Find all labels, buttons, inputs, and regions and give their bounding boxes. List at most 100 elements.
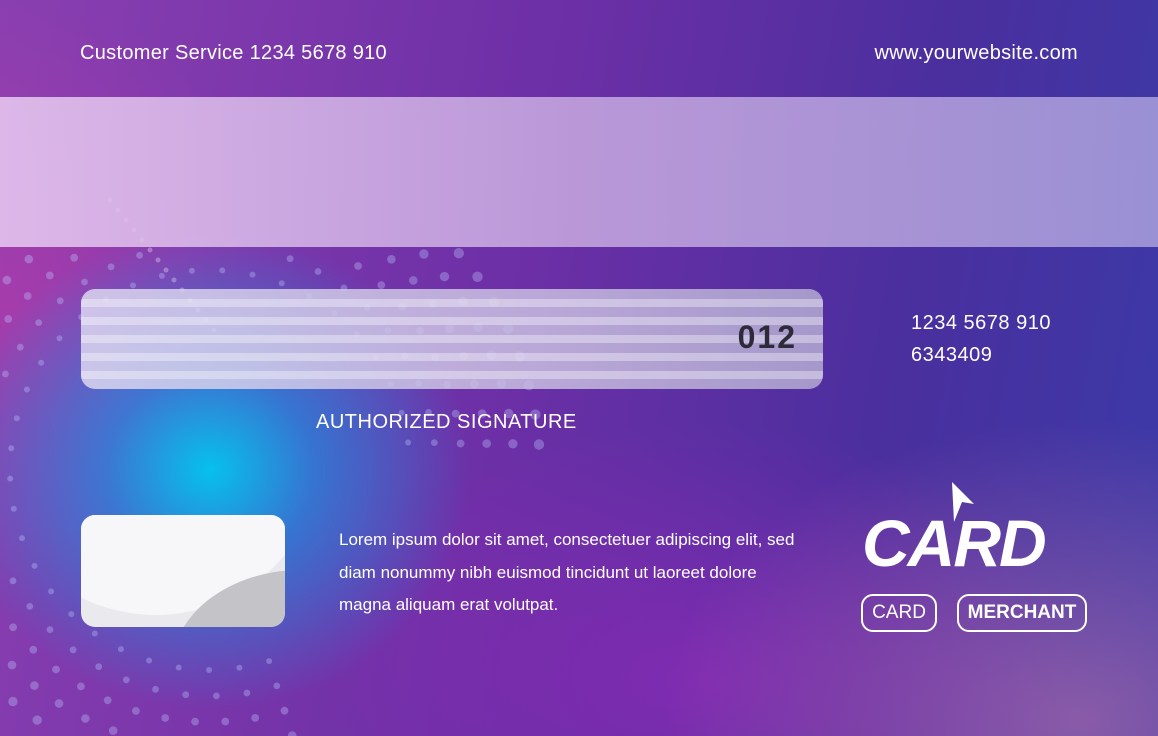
decorative-dot	[147, 247, 153, 253]
decorative-dot	[2, 370, 9, 378]
decorative-dot	[278, 280, 285, 287]
decorative-dot	[30, 681, 39, 690]
decorative-dot	[213, 692, 220, 700]
decorative-dot	[108, 726, 118, 735]
decorative-dot	[249, 271, 256, 278]
decorative-dot	[163, 267, 169, 273]
decorative-dot	[136, 251, 144, 259]
decorative-dot	[32, 715, 42, 725]
decorative-dot	[8, 445, 15, 452]
decorative-dot	[286, 255, 294, 263]
decorative-dot	[419, 249, 429, 259]
decorative-dot	[409, 276, 418, 285]
decorative-dot	[132, 707, 140, 715]
decorative-dot	[439, 271, 450, 282]
decorative-dot	[273, 682, 281, 690]
decorative-dot	[38, 359, 45, 366]
decorative-dot	[188, 267, 195, 274]
decorative-dot	[54, 699, 64, 708]
decorative-dot	[8, 696, 18, 707]
decorative-dot	[219, 267, 226, 274]
decorative-dot	[45, 271, 54, 280]
decorative-dot	[81, 278, 88, 286]
signature-panel-stripes	[81, 289, 823, 389]
decorative-dot	[456, 439, 465, 448]
decorative-dot	[9, 623, 17, 632]
magnetic-stripe	[0, 97, 1158, 247]
decorative-dot	[130, 282, 136, 289]
decorative-dot	[29, 645, 38, 654]
authorized-signature-label: AUTHORIZED SIGNATURE	[316, 411, 577, 433]
decorative-dot	[182, 691, 190, 699]
decorative-dot	[533, 439, 545, 450]
decorative-dot	[68, 611, 75, 618]
brand-logo-wordmark: CARD	[862, 506, 1047, 580]
decorative-dot	[287, 731, 297, 736]
account-number-line-1: 1234 5678 910	[911, 312, 1051, 334]
decorative-dot	[117, 646, 124, 653]
decorative-dot	[23, 386, 30, 393]
decorative-dot	[46, 626, 54, 633]
decorative-dot	[77, 682, 85, 691]
card-chip-panel	[81, 515, 285, 627]
decorative-dot	[122, 676, 130, 684]
customer-service-text: Customer Service 1234 5678 910	[80, 42, 387, 64]
decorative-dot	[482, 439, 492, 448]
decorative-dot	[95, 663, 103, 671]
decorative-dot	[70, 253, 79, 262]
decorative-dot	[508, 439, 518, 449]
signature-panel: 012	[81, 289, 823, 389]
decorative-dot	[81, 714, 90, 723]
decorative-dot	[35, 319, 43, 326]
decorative-dot	[206, 667, 213, 673]
decorative-dot	[91, 630, 98, 637]
decorative-dot	[236, 664, 243, 671]
decorative-dot	[155, 257, 161, 263]
decorative-dot	[266, 658, 273, 665]
card-badge: CARD	[861, 594, 937, 632]
decorative-dot	[243, 689, 251, 697]
decorative-dot	[24, 254, 34, 264]
decorative-dot	[387, 254, 396, 264]
decorative-dot	[472, 271, 483, 282]
decorative-dot	[10, 505, 17, 512]
decorative-dot	[221, 717, 230, 726]
decorative-dot	[4, 315, 13, 323]
decorative-dot	[280, 706, 289, 715]
decorative-dot	[152, 685, 159, 693]
decorative-dot	[19, 535, 25, 542]
card-terms-text: Lorem ipsum dolor sit amet, consectetuer…	[339, 530, 795, 614]
decorative-dot	[175, 664, 182, 671]
decorative-dot	[161, 714, 170, 722]
account-number-line-2: 6343409	[911, 344, 993, 366]
decorative-dot	[13, 415, 20, 422]
decorative-dot	[52, 665, 60, 674]
cvv-code: 012	[737, 319, 797, 355]
decorative-dot	[430, 439, 438, 446]
decorative-dot	[251, 714, 260, 722]
decorative-dot	[171, 277, 177, 283]
decorative-dot	[314, 268, 322, 275]
decorative-dot	[107, 263, 115, 271]
decorative-dot	[103, 696, 112, 705]
decorative-dot	[158, 272, 165, 279]
decorative-dot	[16, 343, 24, 351]
decorative-dot	[377, 281, 386, 289]
decorative-dot	[26, 603, 34, 610]
decorative-dot	[69, 646, 77, 654]
merchant-badge: MERCHANT	[957, 594, 1087, 632]
decorative-dot	[48, 588, 55, 595]
card-back: Customer Service 1234 5678 910 www.yourw…	[0, 0, 1158, 736]
decorative-dot	[9, 577, 17, 585]
decorative-dot	[191, 717, 200, 726]
decorative-dot	[453, 248, 464, 259]
decorative-dot	[405, 439, 412, 446]
decorative-dot	[56, 297, 64, 305]
decorative-dot	[2, 275, 12, 285]
decorative-dot	[56, 335, 63, 342]
website-link[interactable]: www.yourwebsite.com	[874, 42, 1078, 65]
decorative-dot	[23, 292, 32, 300]
decorative-dot	[31, 562, 38, 569]
decorative-dot	[7, 660, 17, 670]
decorative-dot	[146, 657, 153, 664]
